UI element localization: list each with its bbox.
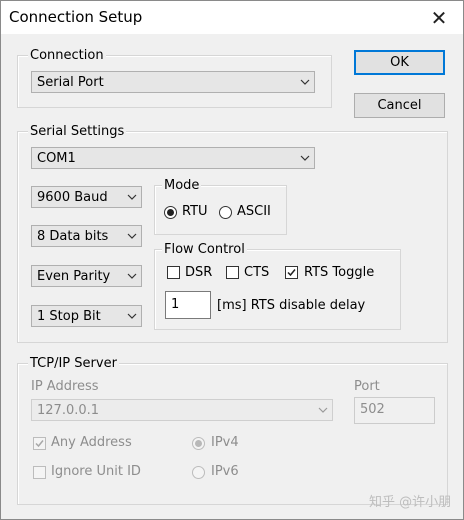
cts-checkbox-label[interactable]: CTS bbox=[244, 265, 269, 280]
serial-settings-group-label: Serial Settings bbox=[28, 124, 127, 139]
parity-value: Even Parity bbox=[37, 269, 111, 284]
checkmark-icon bbox=[287, 269, 296, 277]
cts-checkbox[interactable] bbox=[226, 266, 239, 279]
ascii-radio-label[interactable]: ASCII bbox=[237, 204, 271, 219]
chevron-down-icon bbox=[127, 194, 137, 200]
baud-rate-value: 9600 Baud bbox=[37, 190, 108, 205]
rtu-radio-label[interactable]: RTU bbox=[182, 204, 208, 219]
port-input[interactable]: 502 bbox=[354, 397, 435, 424]
checkmark-icon bbox=[35, 440, 44, 448]
port-value: 502 bbox=[360, 402, 385, 417]
parity-select[interactable]: Even Parity bbox=[31, 265, 142, 287]
stop-bits-value: 1 Stop Bit bbox=[37, 309, 101, 324]
cancel-button[interactable]: Cancel bbox=[354, 93, 445, 118]
data-bits-value: 8 Data bits bbox=[37, 229, 109, 244]
connection-group-label: Connection bbox=[28, 48, 106, 63]
ipv6-radio-label[interactable]: IPv6 bbox=[211, 464, 239, 479]
title-bar[interactable]: Connection Setup ✕ bbox=[1, 1, 463, 34]
dsr-checkbox-label[interactable]: DSR bbox=[185, 265, 212, 280]
rts-delay-value: 1 bbox=[171, 297, 180, 312]
rts-toggle-checkbox[interactable] bbox=[285, 266, 298, 279]
data-bits-select[interactable]: 8 Data bits bbox=[31, 225, 142, 247]
com-port-value: COM1 bbox=[37, 151, 76, 166]
port-label: Port bbox=[354, 379, 380, 394]
ipv4-radio-label[interactable]: IPv4 bbox=[211, 435, 239, 450]
com-port-select[interactable]: COM1 bbox=[31, 147, 315, 169]
ipv6-radio[interactable] bbox=[192, 466, 205, 479]
ignore-unit-id-checkbox[interactable] bbox=[33, 466, 46, 479]
connection-setup-dialog: Connection Setup ✕ Connection Serial Por… bbox=[0, 0, 464, 520]
ascii-radio[interactable] bbox=[219, 206, 232, 219]
rts-delay-input[interactable]: 1 bbox=[165, 291, 211, 319]
close-button[interactable]: ✕ bbox=[425, 5, 453, 31]
close-icon: ✕ bbox=[430, 6, 448, 30]
ok-button-label: OK bbox=[390, 55, 409, 70]
tcp-ip-server-group-label: TCP/IP Server bbox=[28, 356, 119, 371]
any-address-checkbox[interactable] bbox=[33, 437, 46, 450]
stop-bits-select[interactable]: 1 Stop Bit bbox=[31, 305, 142, 327]
ip-address-select[interactable]: 127.0.0.1 bbox=[31, 399, 333, 421]
baud-rate-select[interactable]: 9600 Baud bbox=[31, 186, 142, 208]
watermark-text: 知乎 @许小朋 bbox=[369, 495, 452, 510]
rts-toggle-checkbox-label[interactable]: RTS Toggle bbox=[304, 265, 374, 280]
chevron-down-icon bbox=[300, 155, 310, 161]
any-address-label[interactable]: Any Address bbox=[51, 435, 132, 450]
chevron-down-icon bbox=[300, 79, 310, 85]
window-title: Connection Setup bbox=[9, 8, 143, 26]
mode-group-label: Mode bbox=[162, 178, 202, 193]
rts-delay-label: [ms] RTS disable delay bbox=[217, 298, 366, 313]
ip-address-value: 127.0.0.1 bbox=[37, 403, 100, 418]
chevron-down-icon bbox=[127, 233, 137, 239]
chevron-down-icon bbox=[127, 313, 137, 319]
flow-control-group-label: Flow Control bbox=[162, 242, 247, 257]
chevron-down-icon bbox=[318, 407, 328, 413]
connection-type-select[interactable]: Serial Port bbox=[31, 71, 315, 93]
rtu-radio[interactable] bbox=[164, 206, 177, 219]
ok-button[interactable]: OK bbox=[354, 50, 445, 75]
dsr-checkbox[interactable] bbox=[167, 266, 180, 279]
cancel-button-label: Cancel bbox=[377, 98, 422, 113]
ipv4-radio[interactable] bbox=[192, 437, 205, 450]
connection-type-value: Serial Port bbox=[37, 75, 104, 90]
chevron-down-icon bbox=[127, 273, 137, 279]
ip-address-label: IP Address bbox=[31, 379, 99, 394]
ignore-unit-id-label[interactable]: Ignore Unit ID bbox=[51, 464, 141, 479]
